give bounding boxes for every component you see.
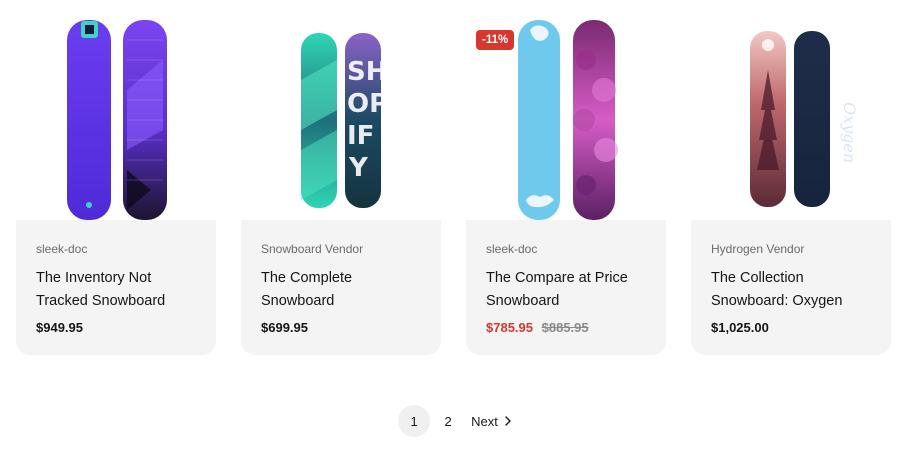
product-card[interactable]: SH OP IF Y Snowboard Vendor The Complete… [241,0,441,355]
price-row: $699.95 [261,320,421,336]
snowboard-image: Oxygen [750,31,859,207]
price-row: $1,025.00 [711,320,871,336]
product-info: Snowboard Vendor The Complete Snowboard … [241,220,441,355]
product-title-line[interactable]: Snowboard: Oxygen [711,290,871,313]
next-page-button[interactable]: Next [471,405,512,437]
sale-badge: -11% [476,30,515,50]
product-title-line[interactable]: The Inventory Not [36,267,196,290]
svg-text:IF: IF [347,121,374,151]
snowboard-image: SH OP IF Y [301,33,388,208]
product-image[interactable]: SH OP IF Y [241,0,441,220]
product-title[interactable]: The Complete Snowboard [261,267,421,313]
next-label[interactable]: Next [471,414,498,429]
product-info: Hydrogen Vendor The Collection Snowboard… [691,220,891,355]
svg-text:OP: OP [347,89,388,119]
svg-text:Oxygen: Oxygen [840,102,859,163]
product-title-line[interactable]: The Compare at Price [486,267,646,290]
price-row: $785.95 $885.95 [486,320,646,336]
svg-text:Y: Y [348,153,369,183]
product-vendor: sleek-doc [36,242,88,256]
product-info: sleek-doc The Compare at Price Snowboard… [466,220,666,355]
page-2-button[interactable]: 2 [432,405,464,437]
product-sale-price: $785.95 [486,320,533,335]
product-title[interactable]: The Inventory Not Tracked Snowboard [36,267,196,313]
price-row: $949.95 [36,320,196,336]
product-card[interactable]: -11% sleek-doc The Compare at Price Snow… [466,0,666,355]
product-title-line[interactable]: Snowboard [486,290,646,313]
product-grid: sleek-doc The Inventory Not Tracked Snow… [16,0,891,355]
product-info: sleek-doc The Inventory Not Tracked Snow… [16,220,216,355]
product-title[interactable]: The Collection Snowboard: Oxygen [711,267,871,313]
product-price: $949.95 [36,320,83,335]
product-card[interactable]: sleek-doc The Inventory Not Tracked Snow… [16,0,216,355]
product-vendor: sleek-doc [486,242,538,256]
product-image[interactable]: Oxygen [691,0,891,220]
page-1-button[interactable]: 1 [398,405,431,437]
product-price: $699.95 [261,320,308,335]
product-title-line[interactable]: The Complete [261,267,421,290]
product-price: $1,025.00 [711,320,769,335]
product-title[interactable]: The Compare at Price Snowboard [486,267,646,313]
product-title-line[interactable]: Tracked Snowboard [36,290,196,313]
pagination: 1 2 Next [0,405,909,437]
product-image[interactable] [16,0,216,220]
product-vendor: Snowboard Vendor [261,242,364,256]
product-compare-price: $885.95 [541,320,589,335]
product-card[interactable]: Oxygen Hydrogen Vendor The Collection Sn… [691,0,891,355]
snowboard-image [67,20,167,220]
product-title-line[interactable]: Snowboard [261,290,421,313]
product-title-line[interactable]: The Collection [711,267,871,290]
product-vendor: Hydrogen Vendor [711,242,805,256]
chevron-right-icon[interactable] [504,416,512,426]
product-image[interactable]: -11% [466,0,666,220]
svg-text:SH: SH [347,57,388,87]
